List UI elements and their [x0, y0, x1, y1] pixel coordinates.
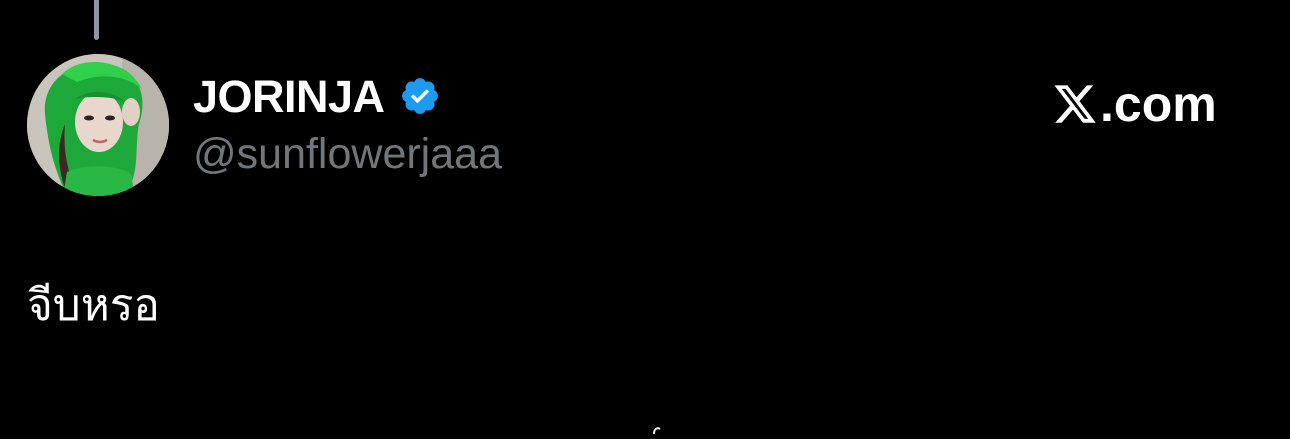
x-logo-icon [1052, 81, 1098, 127]
author-display-name[interactable]: JORINJA [193, 74, 385, 119]
thread-connector-line [94, 0, 99, 40]
tweet-body-text: จีบหรอ [27, 280, 160, 331]
brand-watermark: .com [1052, 76, 1217, 132]
avatar-photo-icon [27, 54, 169, 196]
author-name-row[interactable]: JORINJA [193, 68, 441, 124]
partial-glyph-mark [652, 421, 662, 435]
author-avatar[interactable] [27, 54, 169, 196]
verified-badge-icon [399, 75, 441, 117]
author-handle[interactable]: @sunflowerjaaa [193, 133, 502, 176]
brand-domain-text: .com [1100, 76, 1217, 132]
